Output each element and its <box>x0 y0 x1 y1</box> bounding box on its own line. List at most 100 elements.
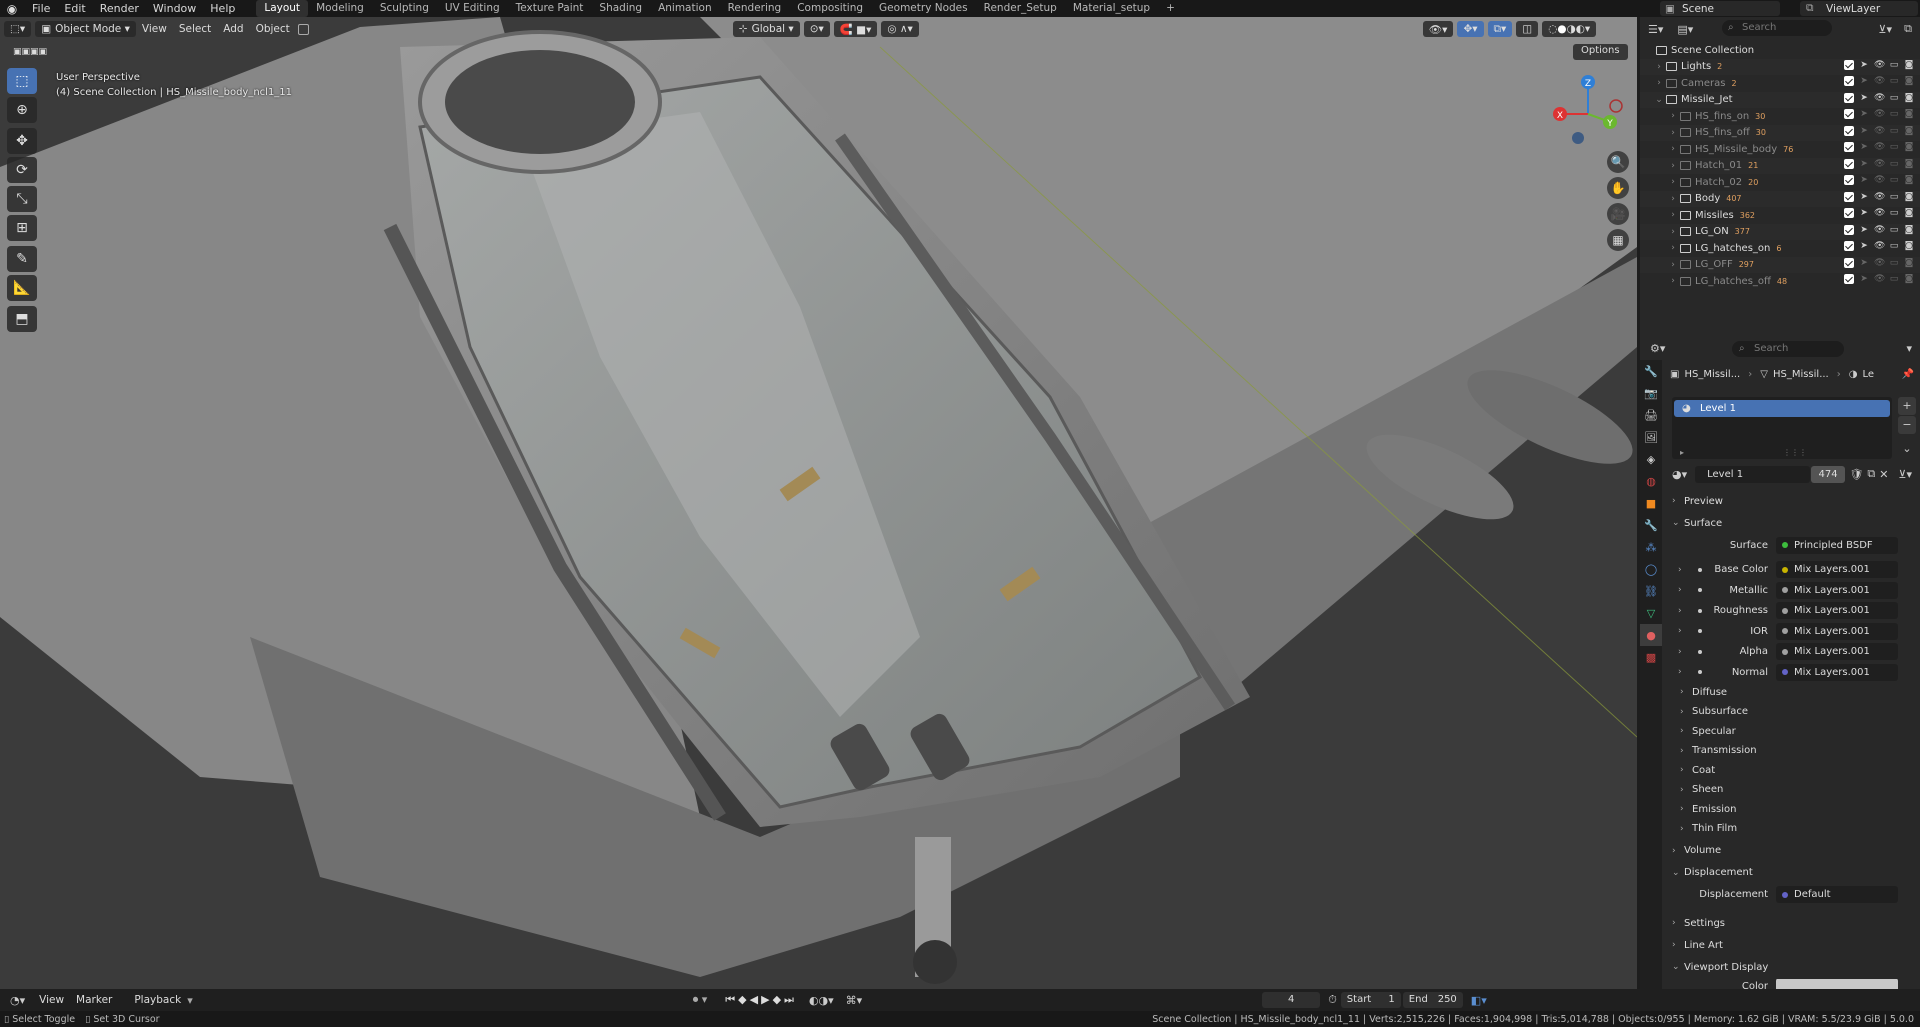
chevron-right-icon[interactable]: › <box>1668 260 1678 270</box>
exclude-checkbox[interactable] <box>1844 274 1854 284</box>
auto-key-icon[interactable]: ⌘▾ <box>846 994 863 1007</box>
menu-help[interactable]: Help <box>203 0 242 17</box>
new-collection-icon[interactable]: ⧉ <box>1904 22 1912 36</box>
outliner-row[interactable]: › HS_Missile_body 76 ➤ 👁 ▭ ◙ <box>1640 141 1920 158</box>
menu-render[interactable]: Render <box>93 0 146 17</box>
chevron-right-icon[interactable]: › <box>1668 177 1678 187</box>
tab-geometry-nodes[interactable]: Geometry Nodes <box>871 0 976 17</box>
outliner-row[interactable]: › LG_hatches_on 6 ➤ 👁 ▭ ◙ <box>1640 240 1920 257</box>
tab-render-setup[interactable]: Render_Setup <box>976 0 1065 17</box>
zoom-icon[interactable]: 🔍 <box>1607 151 1629 173</box>
eye-icon[interactable]: 👁 <box>1874 159 1885 169</box>
options-button[interactable]: Options <box>1573 44 1628 60</box>
viewport-menu-object[interactable]: Object <box>250 23 296 35</box>
exclude-checkbox[interactable] <box>1844 76 1854 86</box>
annotate-tool-icon[interactable]: ✎ <box>7 246 37 272</box>
jump-start-icon[interactable]: ⏮ <box>725 993 738 1006</box>
3d-viewport[interactable] <box>0 17 1637 989</box>
chevron-right-icon[interactable]: › <box>1678 667 1690 677</box>
texture-tab-icon[interactable]: ▩ <box>1640 646 1662 668</box>
monitor-icon[interactable]: ▭ <box>1889 274 1899 284</box>
outliner-row[interactable]: › Lights 2 ➤ 👁 ▭ ◙ <box>1640 58 1920 75</box>
camera-icon[interactable]: ◙ <box>1904 126 1914 136</box>
rendered-shading-icon[interactable]: ◐ <box>1576 23 1585 35</box>
record-icon[interactable]: ⏺ ▾ <box>693 993 708 1007</box>
duplicate-material-icon[interactable]: ⧉ <box>1867 467 1875 481</box>
mode-box-selector[interactable]: ▣▣▣▣ <box>5 44 55 60</box>
constraints-tab-icon[interactable]: ⛓ <box>1640 580 1662 602</box>
chevron-down-icon[interactable]: ⌄ <box>1654 95 1664 105</box>
tab-modeling[interactable]: Modeling <box>308 0 372 17</box>
subpanel-diffuse[interactable]: › Diffuse <box>1672 683 1912 703</box>
monitor-icon[interactable]: ▭ <box>1889 60 1899 70</box>
outliner-editor-icon[interactable]: ☰▾ <box>1648 23 1663 36</box>
expand-slot-icon[interactable]: ▸ <box>1680 448 1684 457</box>
select-arrow-icon[interactable]: ➤ <box>1859 126 1869 136</box>
subpanel-transmission[interactable]: › Transmission <box>1672 741 1912 761</box>
monitor-icon[interactable]: ▭ <box>1889 225 1899 235</box>
add-workspace-button[interactable]: + <box>1158 0 1183 17</box>
measure-tool-icon[interactable]: 📐 <box>7 275 37 301</box>
camera-icon[interactable]: ◙ <box>1904 192 1914 202</box>
subpanel-sheen[interactable]: › Sheen <box>1672 780 1912 800</box>
chevron-right-icon[interactable]: › <box>1668 243 1678 253</box>
properties-search-input[interactable]: ⌕ Search <box>1732 341 1844 357</box>
camera-icon[interactable]: ◙ <box>1904 225 1914 235</box>
scene-collection-row[interactable]: Scene Collection <box>1640 42 1920 59</box>
unlink-material-icon[interactable]: ✕ <box>1879 468 1888 481</box>
fake-user-icon[interactable]: 🛡 <box>1849 468 1863 481</box>
menu-window[interactable]: Window <box>146 0 203 17</box>
displacement-field[interactable]: Default <box>1776 886 1898 904</box>
shader-input-field[interactable]: Mix Layers.001 <box>1776 602 1898 620</box>
chevron-right-icon[interactable]: › <box>1654 62 1664 72</box>
outliner-row[interactable]: › Cameras 2 ➤ 👁 ▭ ◙ <box>1640 75 1920 92</box>
select-arrow-icon[interactable]: ➤ <box>1859 208 1869 218</box>
menu-edit[interactable]: Edit <box>57 0 92 17</box>
render-tab-icon[interactable]: 📷 <box>1640 382 1662 404</box>
tab-rendering[interactable]: Rendering <box>720 0 790 17</box>
subpanel-coat[interactable]: › Coat <box>1672 761 1912 781</box>
chevron-right-icon[interactable]: › <box>1678 565 1690 575</box>
rotate-tool-icon[interactable]: ⟳ <box>7 157 37 183</box>
filter-icon[interactable]: ⊻▾ <box>1878 23 1892 36</box>
select-arrow-icon[interactable]: ➤ <box>1859 192 1869 202</box>
chevron-right-icon[interactable]: › <box>1668 111 1678 121</box>
add-slot-button[interactable]: + <box>1898 397 1916 415</box>
prev-keyframe-icon[interactable]: ◆ <box>738 993 749 1006</box>
add-cube-tool-icon[interactable]: ⬒ <box>7 306 37 332</box>
transform-orientation-selector[interactable]: ⊹ Global ▾ <box>732 21 800 37</box>
outliner-row[interactable]: › LG_hatches_off 48 ➤ 👁 ▭ ◙ <box>1640 273 1920 290</box>
transform-tool-icon[interactable]: ⊞ <box>7 215 37 241</box>
camera-icon[interactable]: ◙ <box>1904 159 1914 169</box>
camera-icon[interactable]: ◙ <box>1904 241 1914 251</box>
viewport-menu-add[interactable]: Add <box>217 23 249 35</box>
link-menu-icon[interactable]: ⊻▾ <box>1898 468 1912 481</box>
monitor-icon[interactable]: ▭ <box>1889 76 1899 86</box>
monitor-icon[interactable]: ▭ <box>1889 109 1899 119</box>
blender-logo-icon[interactable]: ◉ <box>5 2 19 16</box>
chevron-right-icon[interactable]: › <box>1668 227 1678 237</box>
select-box-tool-icon[interactable]: ⬚ <box>7 68 37 94</box>
pan-hand-icon[interactable]: ✋ <box>1607 177 1629 199</box>
material-name-field[interactable]: Level 1 <box>1695 465 1810 483</box>
browse-material-icon[interactable]: ◕▾ <box>1672 468 1687 481</box>
current-frame-field[interactable]: 4 <box>1262 992 1321 1008</box>
chevron-right-icon[interactable]: › <box>1668 128 1678 138</box>
world-tab-icon[interactable]: ◍ <box>1640 470 1662 492</box>
exclude-checkbox[interactable] <box>1844 191 1854 202</box>
tab-texture-paint[interactable]: Texture Paint <box>508 0 592 17</box>
camera-icon[interactable]: ◙ <box>1904 274 1914 284</box>
eye-icon[interactable]: 👁 <box>1874 175 1885 185</box>
chevron-right-icon[interactable]: › <box>1668 194 1678 204</box>
monitor-icon[interactable]: ▭ <box>1889 192 1899 202</box>
tab-layout[interactable]: Layout <box>256 0 309 17</box>
outliner-search-input[interactable]: ⌕ Search <box>1722 20 1832 36</box>
monitor-icon[interactable]: ▭ <box>1889 159 1899 169</box>
modifier-tab-icon[interactable]: 🔧 <box>1640 514 1662 536</box>
cursor-tool-icon[interactable]: ⊕ <box>7 97 37 123</box>
camera-icon[interactable]: ◙ <box>1904 258 1914 268</box>
navigation-gizmo[interactable]: Z X Y <box>1548 72 1628 152</box>
eye-icon[interactable]: 👁 <box>1874 225 1885 235</box>
pivot-point-button[interactable]: ⊙▾ <box>803 21 830 37</box>
select-arrow-icon[interactable]: ➤ <box>1859 175 1869 185</box>
